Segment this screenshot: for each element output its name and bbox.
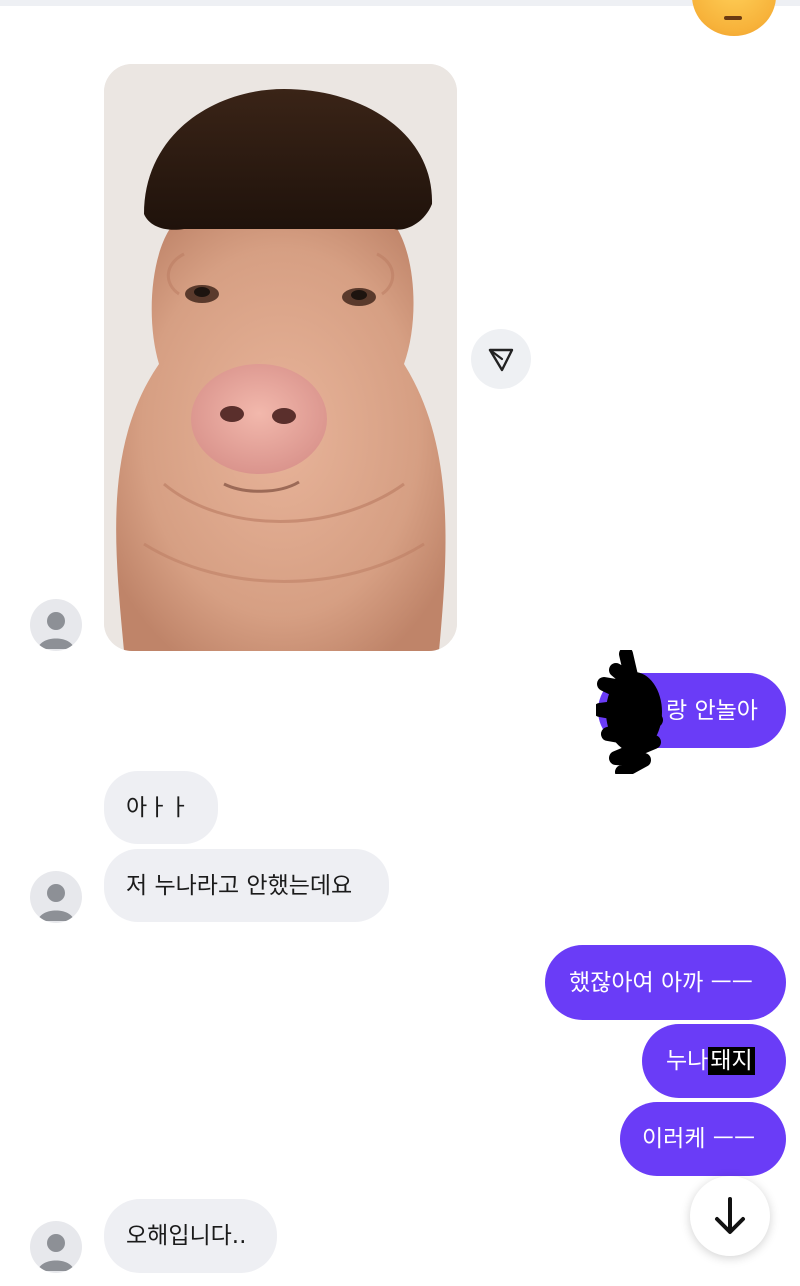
share-button[interactable] <box>471 329 531 389</box>
default-person-icon <box>38 612 74 649</box>
message-bubble-incoming[interactable]: 저 누나라고 안했는데요 <box>104 849 389 922</box>
emoji-sticker[interactable] <box>692 0 776 36</box>
message-bubble-outgoing[interactable]: 이러케 ㅡㅡ <box>620 1102 786 1176</box>
message-text: 아ㅏㅏ <box>126 794 190 821</box>
message-text: 랑 안놀아 <box>666 697 758 724</box>
message-bubble-outgoing[interactable]: 누나 돼지 <box>642 1024 786 1098</box>
arrow-down-icon <box>715 1197 745 1234</box>
message-text: 했잖아여 아까 ㅡㅡ <box>569 969 753 996</box>
avatar[interactable] <box>30 871 82 923</box>
avatar[interactable] <box>30 1221 82 1273</box>
emoji-mouth <box>724 16 742 20</box>
image-message[interactable] <box>104 64 457 651</box>
default-person-icon <box>38 884 74 921</box>
send-triangle-icon <box>488 348 514 372</box>
scroll-to-bottom-button[interactable] <box>690 1176 770 1256</box>
highlighted-text: 돼지 <box>708 1047 755 1075</box>
message-text: 누나 <box>666 1048 709 1074</box>
pig-photo <box>104 64 457 651</box>
message-bubble-incoming[interactable]: 오해입니다.. <box>104 1199 277 1273</box>
message-text: 오해입니다.. <box>126 1223 247 1249</box>
default-person-icon <box>38 1234 74 1271</box>
message-bubble-outgoing[interactable]: 했잖아여 아까 ㅡㅡ <box>545 945 786 1020</box>
top-bar <box>0 0 800 6</box>
avatar[interactable] <box>30 599 82 651</box>
message-bubble-incoming[interactable]: 아ㅏㅏ <box>104 771 218 844</box>
redaction-scribble <box>596 650 663 774</box>
message-text: 이러케 ㅡㅡ <box>642 1126 756 1152</box>
message-text: 저 누나라고 안했는데요 <box>126 872 353 899</box>
